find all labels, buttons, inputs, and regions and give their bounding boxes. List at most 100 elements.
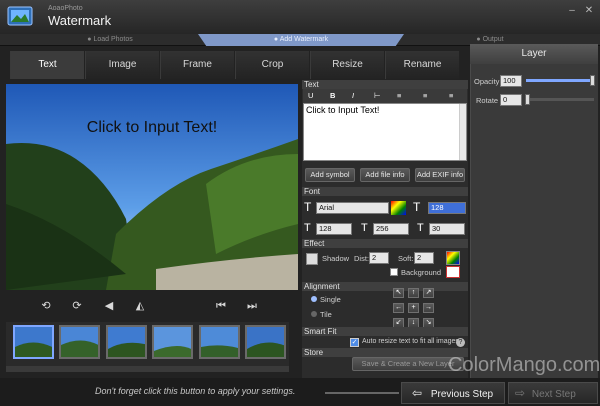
rotate-field[interactable]: 0 xyxy=(500,94,522,106)
font-width-icon: T xyxy=(304,222,311,234)
app-brand: AoaoPhoto xyxy=(48,5,83,12)
auto-resize-checkbox[interactable]: ✓ xyxy=(350,338,359,347)
tile-radio[interactable] xyxy=(311,311,317,317)
add-symbol-button[interactable]: Add symbol xyxy=(305,168,355,182)
step-label: Output xyxy=(482,36,504,43)
tab-resize[interactable]: Resize xyxy=(310,51,384,79)
opacity-label: Opacity xyxy=(474,77,500,86)
rotate-right-icon[interactable]: ⟳ xyxy=(69,298,85,314)
letter-spacing-field[interactable]: 30 xyxy=(429,223,465,235)
textarea-scrollbar[interactable] xyxy=(459,104,466,160)
step-label: Add Watermark xyxy=(279,36,329,43)
opacity-slider-fill xyxy=(526,79,594,82)
apply-hint: Don't forget click this button to apply … xyxy=(95,386,296,396)
canvas-toolbar: ⟲ ⟳ ◀ ◭ ⏮ ⏭ xyxy=(6,293,298,319)
font-color-picker[interactable] xyxy=(391,201,406,215)
step-add-watermark[interactable]: ● Add Watermark xyxy=(198,34,404,46)
align-left-button[interactable]: ← xyxy=(393,303,404,313)
thumbnail-scrollbar[interactable] xyxy=(6,366,289,372)
layer-panel-title: Layer xyxy=(470,44,598,64)
next-image-icon[interactable]: ⏭ xyxy=(244,298,260,314)
previous-step-button[interactable]: ⇦ Previous Step xyxy=(401,382,505,404)
rotate-slider-handle[interactable] xyxy=(525,94,530,105)
close-button[interactable]: ✕ xyxy=(583,5,595,17)
shadow-checkbox-label[interactable]: Shadow xyxy=(322,254,349,263)
font-height-field[interactable]: 256 xyxy=(373,223,409,235)
single-label: Single xyxy=(320,295,341,304)
thumbnail[interactable] xyxy=(59,325,100,359)
section-smart-fit: Smart Fit xyxy=(302,327,468,336)
flip-horizontal-icon[interactable]: ◀ xyxy=(101,298,117,314)
thumbnail-strip xyxy=(6,322,289,366)
thumbnail[interactable] xyxy=(199,325,240,359)
arrow-right-icon: ⇨ xyxy=(515,386,526,400)
shadow-color-picker[interactable] xyxy=(446,251,460,265)
step-label: Load Photos xyxy=(93,36,133,43)
watermark-text-overlay[interactable]: Click to Input Text! xyxy=(6,119,298,137)
align-center-button[interactable]: ≡ xyxy=(423,91,427,100)
add-file-info-button[interactable]: Add file info xyxy=(360,168,410,182)
auto-resize-label: Auto resize text to fit all images. xyxy=(362,338,461,345)
thumbnail[interactable] xyxy=(152,325,193,359)
shadow-color-swatch[interactable] xyxy=(306,253,318,265)
dist-field[interactable]: 2 xyxy=(369,252,389,264)
next-step-label: Next Step xyxy=(531,389,576,400)
font-size-select[interactable]: 128 xyxy=(428,202,466,214)
thumbnail[interactable] xyxy=(106,325,147,359)
tab-text[interactable]: Text xyxy=(10,51,84,79)
align-right-button[interactable]: ≡ xyxy=(449,91,453,100)
tab-rename[interactable]: Rename xyxy=(385,51,459,79)
arrow-left-icon: ⇦ xyxy=(412,386,423,400)
align-left-button[interactable]: ≡ xyxy=(397,91,401,100)
previous-image-icon[interactable]: ⏮ xyxy=(213,298,229,314)
single-radio[interactable] xyxy=(311,296,317,302)
background-label: Background xyxy=(401,268,442,277)
preview-canvas[interactable]: Click to Input Text! xyxy=(6,84,298,290)
layer-panel xyxy=(470,44,598,380)
opacity-slider-track xyxy=(526,79,594,82)
align-top-left-button[interactable]: ↖ xyxy=(393,288,404,298)
step-load-photos[interactable]: ● Load Photos xyxy=(50,34,170,46)
format-toolbar: U B I ⊢ ≡ ≡ ≡ xyxy=(303,89,467,103)
align-center-button[interactable]: + xyxy=(408,303,419,313)
opacity-field[interactable]: 100 xyxy=(500,75,522,87)
section-alignment: Alignment xyxy=(302,282,468,291)
minimize-button[interactable]: – xyxy=(566,5,578,17)
background-color-picker[interactable] xyxy=(446,266,460,278)
section-effect: Effect xyxy=(302,239,468,248)
tab-frame[interactable]: Frame xyxy=(160,51,234,79)
soft-field[interactable]: 2 xyxy=(414,252,434,264)
previous-step-label: Previous Step xyxy=(430,389,494,400)
thumbnail[interactable] xyxy=(13,325,54,359)
section-font: Font xyxy=(302,187,468,196)
rotate-label: Rotate xyxy=(476,96,499,105)
app-title: Watermark xyxy=(48,13,112,28)
align-right-button[interactable]: → xyxy=(423,303,434,313)
soft-label: Soft: xyxy=(398,254,414,263)
font-height-icon: T xyxy=(361,222,368,234)
background-checkbox[interactable] xyxy=(390,268,398,276)
align-top-button[interactable]: ↑ xyxy=(408,288,419,298)
font-width-field[interactable]: 128 xyxy=(316,223,352,235)
tab-crop[interactable]: Crop xyxy=(235,51,309,79)
letter-spacing-icon: T xyxy=(417,222,424,234)
opacity-slider-handle[interactable] xyxy=(590,75,595,86)
align-top-right-button[interactable]: ↗ xyxy=(423,288,434,298)
text-input-area[interactable]: Click to Input Text! xyxy=(303,103,467,161)
bold-button[interactable]: B xyxy=(330,91,335,100)
site-watermark: ColorMango.com xyxy=(448,354,600,376)
section-text: Text xyxy=(302,80,468,89)
underline-button[interactable]: U xyxy=(308,91,313,100)
section-store: Store xyxy=(302,348,468,357)
next-step-button[interactable]: ⇨ Next Step xyxy=(508,382,598,404)
rotate-left-icon[interactable]: ⟲ xyxy=(38,298,54,314)
italic-button[interactable]: I xyxy=(352,91,354,100)
tab-image[interactable]: Image xyxy=(85,51,159,79)
thumbnail[interactable] xyxy=(245,325,286,359)
indent-button[interactable]: ⊢ xyxy=(374,91,381,100)
add-exif-info-button[interactable]: Add EXIF info xyxy=(415,168,465,182)
help-icon[interactable]: ? xyxy=(456,338,465,347)
flip-vertical-icon[interactable]: ◭ xyxy=(132,298,148,314)
font-family-icon: T xyxy=(304,200,312,214)
font-family-select[interactable]: Arial xyxy=(316,202,389,214)
